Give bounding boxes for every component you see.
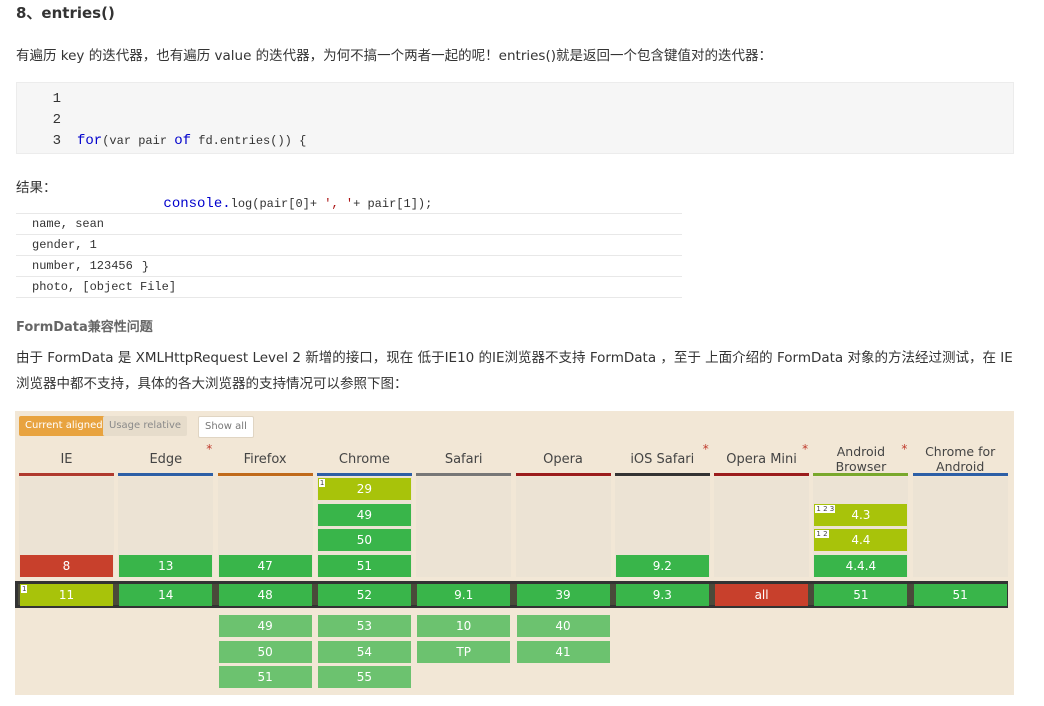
- current-version-cell[interactable]: 51: [913, 584, 1007, 606]
- current-version-cell[interactable]: 48: [218, 584, 312, 606]
- browser-column-bg: [714, 477, 810, 577]
- note-tag: 1: [318, 479, 326, 487]
- future-version-cell[interactable]: 49: [218, 615, 312, 637]
- current-version-cell[interactable]: 9.3: [615, 584, 709, 606]
- future-version-cell[interactable]: 50: [218, 640, 312, 663]
- browser-header-edge: Edge: [149, 451, 183, 467]
- browser-header-opera: Opera: [543, 451, 583, 467]
- code-text: (var pair: [102, 134, 175, 148]
- result-row: name, sean: [16, 213, 682, 234]
- future-version-cell[interactable]: 55: [317, 666, 411, 688]
- version-cell[interactable]: 8: [20, 554, 113, 577]
- browser-column-bg: [515, 477, 611, 577]
- keyword: of: [174, 133, 192, 149]
- result-label: 结果：: [16, 180, 57, 196]
- future-version-cell[interactable]: 41: [516, 640, 610, 663]
- browser-header-safari: Safari: [444, 451, 483, 467]
- browser-color-bar: [813, 473, 909, 476]
- caniuse-table: Current aligned Usage relative Show all …: [15, 411, 1014, 695]
- code-line-1: for(var pair of fd.entries()) {: [77, 131, 432, 152]
- version-cell[interactable]: 9.2: [615, 554, 709, 577]
- line-number: 3: [52, 133, 61, 149]
- version-cell[interactable]: 4.4.4: [814, 554, 908, 577]
- browser-color-bar: [614, 473, 710, 476]
- future-version-cell[interactable]: 40: [516, 615, 610, 637]
- browser-color-bar: [416, 473, 512, 476]
- browser-header-opera-mini: Opera Mini: [726, 451, 797, 467]
- browser-header-chrome-for-android: Chrome for Android: [925, 444, 996, 474]
- string-literal: ', ': [324, 197, 354, 211]
- code-block: 1 2 3 for(var pair of fd.entries()) { co…: [16, 82, 1014, 274]
- usage-relative-toggle[interactable]: Usage relative: [103, 416, 188, 436]
- browser-header-ios-safari: iOS Safari: [630, 451, 695, 467]
- version-cell[interactable]: 4.4 1 2: [814, 529, 908, 551]
- browser-color-bar: [714, 473, 810, 476]
- version-cell[interactable]: 13: [119, 554, 213, 577]
- note-star-icon: *: [702, 442, 709, 456]
- result-row: number, 123456: [16, 255, 682, 276]
- note-tag: 1 2 3: [815, 504, 836, 513]
- browser-column-bg: [416, 477, 512, 577]
- browser-column-bg: [912, 477, 1008, 577]
- browser-color-bar: [316, 473, 412, 476]
- keyword: console.: [163, 196, 231, 212]
- current-version-cell[interactable]: 11 1: [20, 584, 113, 606]
- version-cell[interactable]: 29 1: [317, 478, 411, 500]
- version-cell[interactable]: 47: [218, 554, 312, 577]
- future-version-cell[interactable]: 54: [317, 640, 411, 663]
- compat-paragraph: 由于 FormData 是 XMLHttpRequest Level 2 新增的…: [16, 350, 1013, 392]
- line-number: 1: [52, 91, 61, 107]
- current-version-cell[interactable]: 51: [814, 584, 908, 606]
- future-version-cell[interactable]: 51: [218, 666, 312, 688]
- note-star-icon: *: [206, 442, 213, 456]
- browser-header-firefox: Firefox: [243, 451, 287, 467]
- current-version-cell[interactable]: all: [715, 584, 809, 606]
- note-star-icon: *: [802, 442, 809, 456]
- current-version-cell[interactable]: 9.1: [417, 584, 511, 606]
- version-cell[interactable]: 50: [317, 529, 411, 551]
- intro-paragraph: 有遍历 key 的迭代器，也有遍历 value 的迭代器，为何不搞一个两者一起的…: [16, 48, 772, 64]
- note-star-icon: *: [901, 442, 908, 456]
- browser-color-bar: [118, 473, 214, 476]
- keyword: for: [77, 133, 103, 149]
- future-version-cell[interactable]: TP: [417, 640, 511, 663]
- line-number: 2: [52, 112, 61, 128]
- note-tag: 1: [21, 585, 28, 593]
- current-version-cell[interactable]: 39: [516, 584, 610, 606]
- current-version-cell[interactable]: 14: [119, 584, 213, 606]
- result-list: name, sean gender, 1 number, 123456 phot…: [16, 213, 682, 298]
- version-cell[interactable]: 4.3 1 2 3: [814, 503, 908, 526]
- code-line-2: console.log(pair[0]+ ', '+ pair[1]);: [77, 194, 432, 215]
- code-text: + pair[1]);: [353, 197, 433, 211]
- browser-header-ie: IE: [60, 451, 73, 467]
- note-tag: 1 2: [815, 530, 829, 538]
- browser-header-chrome: Chrome: [338, 451, 390, 467]
- browser-color-bar: [515, 473, 611, 476]
- result-row: gender, 1: [16, 234, 682, 255]
- version-cell[interactable]: 51: [317, 554, 411, 577]
- current-version-cell[interactable]: 52: [317, 584, 411, 606]
- version-cell[interactable]: 49: [317, 503, 411, 526]
- code-text: log(pair[0]+: [230, 197, 325, 211]
- future-version-cell[interactable]: 53: [317, 615, 411, 637]
- section-heading: 8、entries(): [16, 4, 115, 22]
- current-aligned-toggle[interactable]: Current aligned: [19, 416, 109, 436]
- line-numbers: 1 2 3: [17, 89, 61, 152]
- code-text: fd.entries()) {: [191, 134, 307, 148]
- compat-heading: FormData兼容性问题: [16, 320, 153, 335]
- browser-color-bar: [912, 473, 1008, 476]
- browser-color-bar: [19, 473, 114, 476]
- show-all-button[interactable]: Show all: [198, 416, 254, 438]
- browser-header-android-browser: Android Browser: [835, 444, 887, 474]
- result-row: photo, [object File]: [16, 276, 682, 298]
- future-version-cell[interactable]: 10: [417, 615, 511, 637]
- browser-color-bar: [217, 473, 313, 476]
